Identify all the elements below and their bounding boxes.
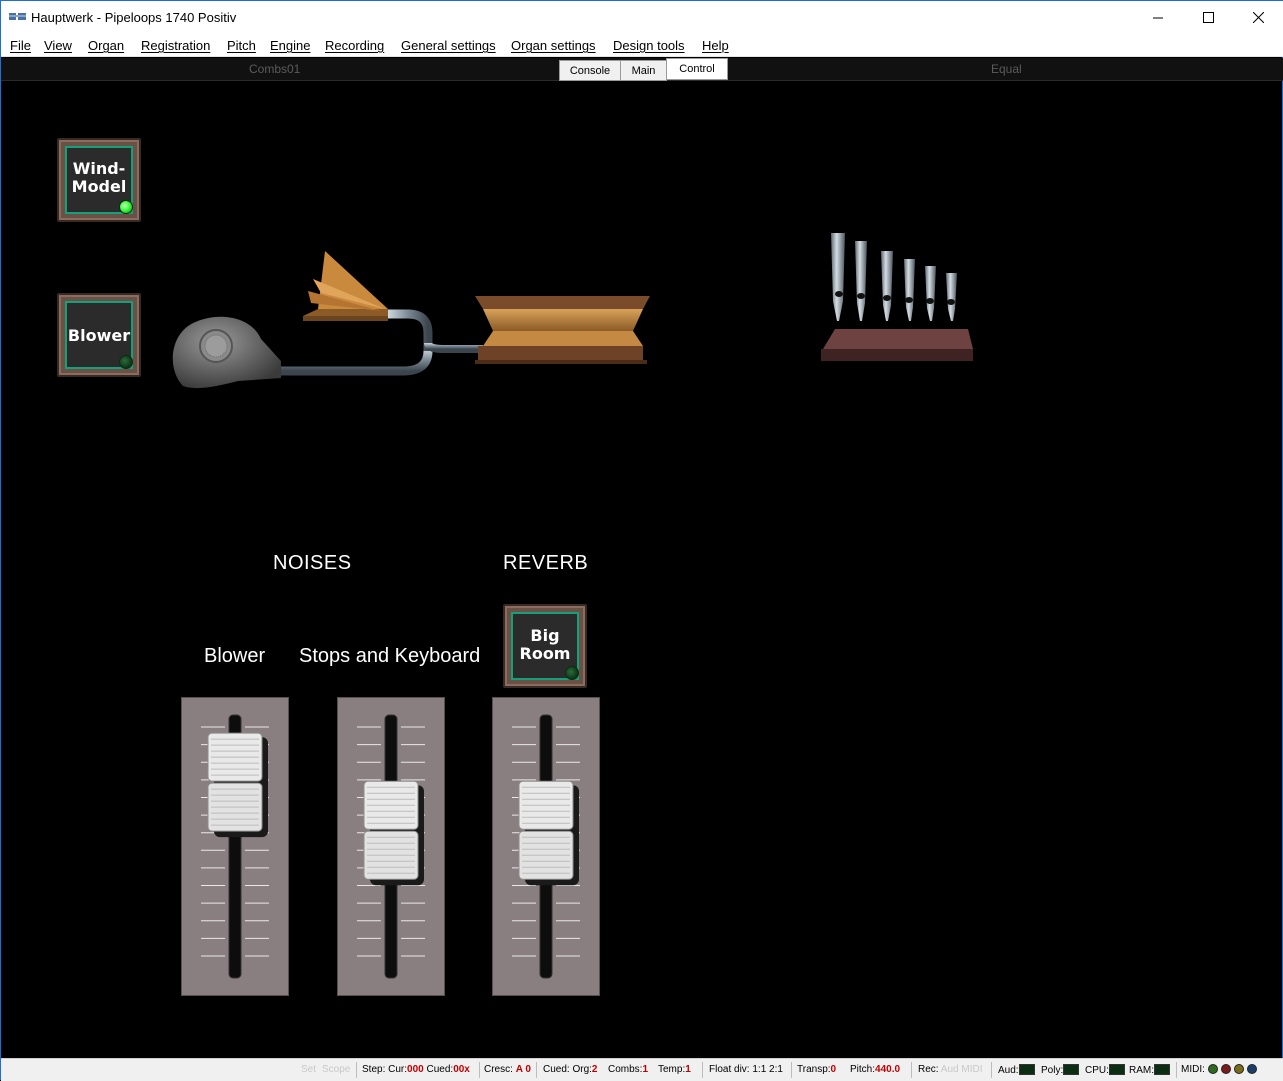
reverb-volume-fader[interactable] (491, 696, 601, 997)
maximize-button[interactable] (1185, 1, 1231, 34)
status-combs: Combs:1 (608, 1064, 649, 1075)
fader-graphic (491, 696, 601, 997)
menu-general-settings[interactable]: General settings (401, 38, 496, 53)
menu-recording[interactable]: Recording (325, 38, 384, 53)
blower-illustration (172, 316, 281, 389)
midi-led-icon (1233, 1064, 1244, 1074)
status-divider (911, 1062, 912, 1078)
status-divider (791, 1062, 792, 1078)
fader-graphic (180, 696, 290, 997)
blower-volume-fader[interactable] (180, 696, 290, 997)
minimize-icon (1152, 17, 1163, 19)
status-divider (356, 1062, 357, 1078)
wind-model-button[interactable]: Wind- Model (57, 138, 141, 222)
fader-knob[interactable] (207, 732, 268, 838)
midi-led-icon (1246, 1064, 1257, 1074)
tab-console[interactable]: Console (559, 60, 621, 81)
big-room-button[interactable]: Big Room (503, 604, 587, 688)
reverb-heading: REVERB (503, 552, 589, 574)
midi-led-icon (1220, 1064, 1231, 1074)
blower-button[interactable]: Blower (57, 293, 141, 377)
status-step: Step: Cur:000 Cued:00x (362, 1064, 470, 1075)
app-icon (9, 11, 26, 22)
status-midi: MIDI: (1181, 1064, 1257, 1075)
control-panel: Wind- Model Blower NOISES REVERB Big Roo… (3, 81, 1282, 1058)
tab-strip: Combs01 Console Main Control Equal (1, 58, 1283, 81)
status-divider (536, 1062, 537, 1078)
blower-fader-label: Blower (204, 645, 266, 667)
fader-knob[interactable] (518, 780, 579, 886)
polyphony-meter-icon (1063, 1064, 1080, 1075)
menu-organ[interactable]: Organ (88, 38, 124, 53)
fader-knob[interactable] (363, 780, 424, 886)
status-set[interactable]: Set (301, 1064, 316, 1075)
wind-model-label-1: Wind- (72, 159, 126, 178)
ram-meter-icon (1154, 1064, 1170, 1075)
tab-control[interactable]: Control (666, 58, 728, 80)
status-cued-organ: Cued: Org:2 (543, 1064, 598, 1075)
feeder-bellows-illustration (303, 251, 388, 321)
status-floating-divisions: Float div: 1:1 2:1 (709, 1064, 783, 1075)
status-bar: Set Scope Step: Cur:000 Cued:00x Cresc: … (1, 1058, 1283, 1081)
audio-meter-icon (1018, 1064, 1035, 1075)
combination-name: Combs01 (249, 62, 301, 76)
menu-help[interactable]: Help (702, 38, 729, 53)
close-button[interactable] (1235, 1, 1281, 34)
menu-pitch[interactable]: Pitch (227, 38, 256, 53)
big-room-led (565, 666, 579, 680)
menu-registration[interactable]: Registration (141, 38, 210, 53)
temperament-name: Equal (991, 62, 1022, 76)
menu-file[interactable]: File (10, 38, 31, 53)
status-ram-meter: RAM: (1129, 1064, 1170, 1076)
status-divider (479, 1062, 480, 1078)
menu-design-tools[interactable]: Design tools (613, 38, 685, 53)
title-bar: Hauptwerk - Pipeloops 1740 Positiv (1, 1, 1283, 34)
minimize-button[interactable] (1135, 1, 1181, 34)
noises-heading: NOISES (273, 552, 352, 574)
window-title: Hauptwerk - Pipeloops 1740 Positiv (31, 10, 237, 25)
big-room-label-1: Big (530, 626, 560, 645)
status-divider (991, 1062, 992, 1078)
status-scope[interactable]: Scope (322, 1064, 350, 1075)
reservoir-illustration (475, 296, 650, 364)
cpu-meter-icon (1108, 1064, 1125, 1075)
blower-led (119, 355, 133, 369)
status-temperament: Temp:1 (658, 1064, 691, 1075)
menu-view[interactable]: View (44, 38, 72, 53)
status-recording: Rec: Aud MIDI (918, 1064, 983, 1075)
midi-led-icon (1207, 1064, 1218, 1074)
wind-model-led (119, 200, 133, 214)
wind-chest-illustration (821, 329, 973, 361)
menu-bar: File View Organ Registration Pitch Engin… (1, 34, 1283, 57)
status-polyphony-meter: Poly: (1041, 1064, 1080, 1076)
fader-graphic (336, 696, 446, 997)
status-divider (1176, 1062, 1177, 1078)
maximize-icon (1202, 12, 1214, 23)
status-pitch: Pitch:440.0 (850, 1064, 901, 1075)
wind-system-diagram (172, 233, 973, 389)
stops-keyboard-fader-label: Stops and Keyboard (299, 645, 481, 667)
menu-organ-settings[interactable]: Organ settings (511, 38, 596, 53)
close-icon (1252, 12, 1264, 23)
app-window: Hauptwerk - Pipeloops 1740 Positiv File … (0, 0, 1283, 1081)
menu-engine[interactable]: Engine (270, 38, 310, 53)
status-divider (702, 1062, 703, 1078)
status-crescendo: Cresc: A 0 (484, 1064, 531, 1075)
stops-keyboard-volume-fader[interactable] (336, 696, 446, 997)
blower-label: Blower (67, 326, 131, 345)
status-cpu-meter: CPU: (1085, 1064, 1125, 1076)
status-transpose: Transp:0 (797, 1064, 837, 1075)
organ-pipes-illustration (831, 233, 957, 321)
big-room-label-2: Room (519, 644, 571, 663)
status-audio-meter: Aud: (998, 1064, 1035, 1076)
tab-main[interactable]: Main (620, 60, 667, 81)
wind-model-label-2: Model (71, 177, 127, 196)
